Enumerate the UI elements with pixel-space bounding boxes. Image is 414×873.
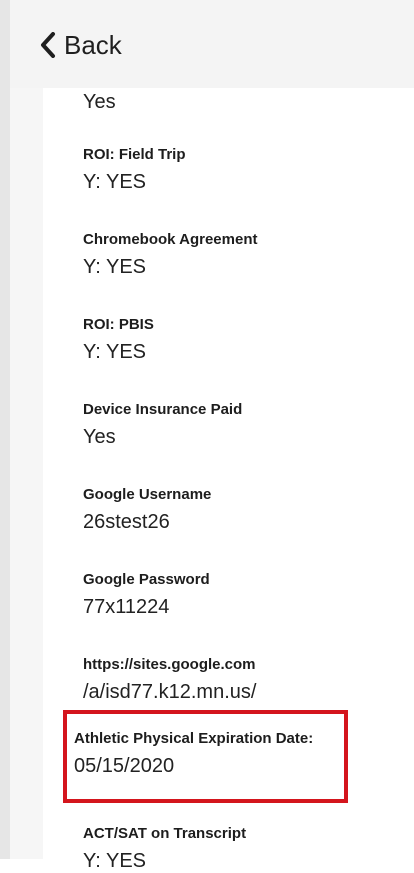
back-label: Back bbox=[64, 29, 122, 60]
field-value: Y: YES bbox=[83, 256, 147, 278]
field-label: Google Username bbox=[83, 486, 212, 503]
field-value: 26stest26 bbox=[83, 511, 170, 533]
back-button[interactable]: Back bbox=[40, 28, 122, 62]
field-item: Athletic Physical Expiration Date: 05/15… bbox=[74, 730, 313, 778]
field-item: Chromebook Agreement Y: YES bbox=[83, 231, 257, 279]
field-item: ROI: PBIS Y: YES bbox=[83, 316, 154, 364]
field-value: Y: YES bbox=[83, 171, 147, 193]
field-value: Y: YES bbox=[83, 341, 147, 363]
field-item: ROI: Field Trip Y: YES bbox=[83, 146, 186, 194]
field-label: ACT/SAT on Transcript bbox=[83, 825, 247, 842]
field-label: Device Insurance Paid bbox=[83, 401, 243, 418]
field-item: Google Password 77x11224 bbox=[83, 571, 210, 619]
field-value: 77x11224 bbox=[83, 596, 170, 618]
field-value: 05/15/2020 bbox=[74, 755, 175, 777]
field-item: ACT/SAT on Transcript Y: YES bbox=[83, 825, 246, 873]
field-label: https://sites.google.com bbox=[83, 656, 256, 673]
field-item: Device Insurance Paid Yes bbox=[83, 401, 242, 449]
field-label: Athletic Physical Expiration Date: bbox=[74, 730, 314, 747]
field-item: https://sites.google.com /a/isd77.k12.mn… bbox=[83, 656, 256, 704]
field-item: Yes bbox=[83, 88, 116, 114]
field-label: ROI: Field Trip bbox=[83, 146, 186, 163]
field-label: Chromebook Agreement bbox=[83, 231, 258, 248]
field-label: ROI: PBIS bbox=[83, 316, 154, 333]
field-item: Google Username 26stest26 bbox=[83, 486, 211, 534]
field-value: Y: YES bbox=[83, 850, 147, 872]
field-value: /a/isd77.k12.mn.us/ bbox=[83, 681, 257, 703]
header-bar: Back bbox=[10, 0, 414, 89]
highlighted-field-athletic-physical: Athletic Physical Expiration Date: 05/15… bbox=[63, 710, 348, 803]
chevron-left-icon bbox=[41, 32, 55, 58]
field-label: Google Password bbox=[83, 571, 210, 588]
field-value: Yes bbox=[83, 426, 116, 448]
field-value: Yes bbox=[83, 91, 116, 113]
